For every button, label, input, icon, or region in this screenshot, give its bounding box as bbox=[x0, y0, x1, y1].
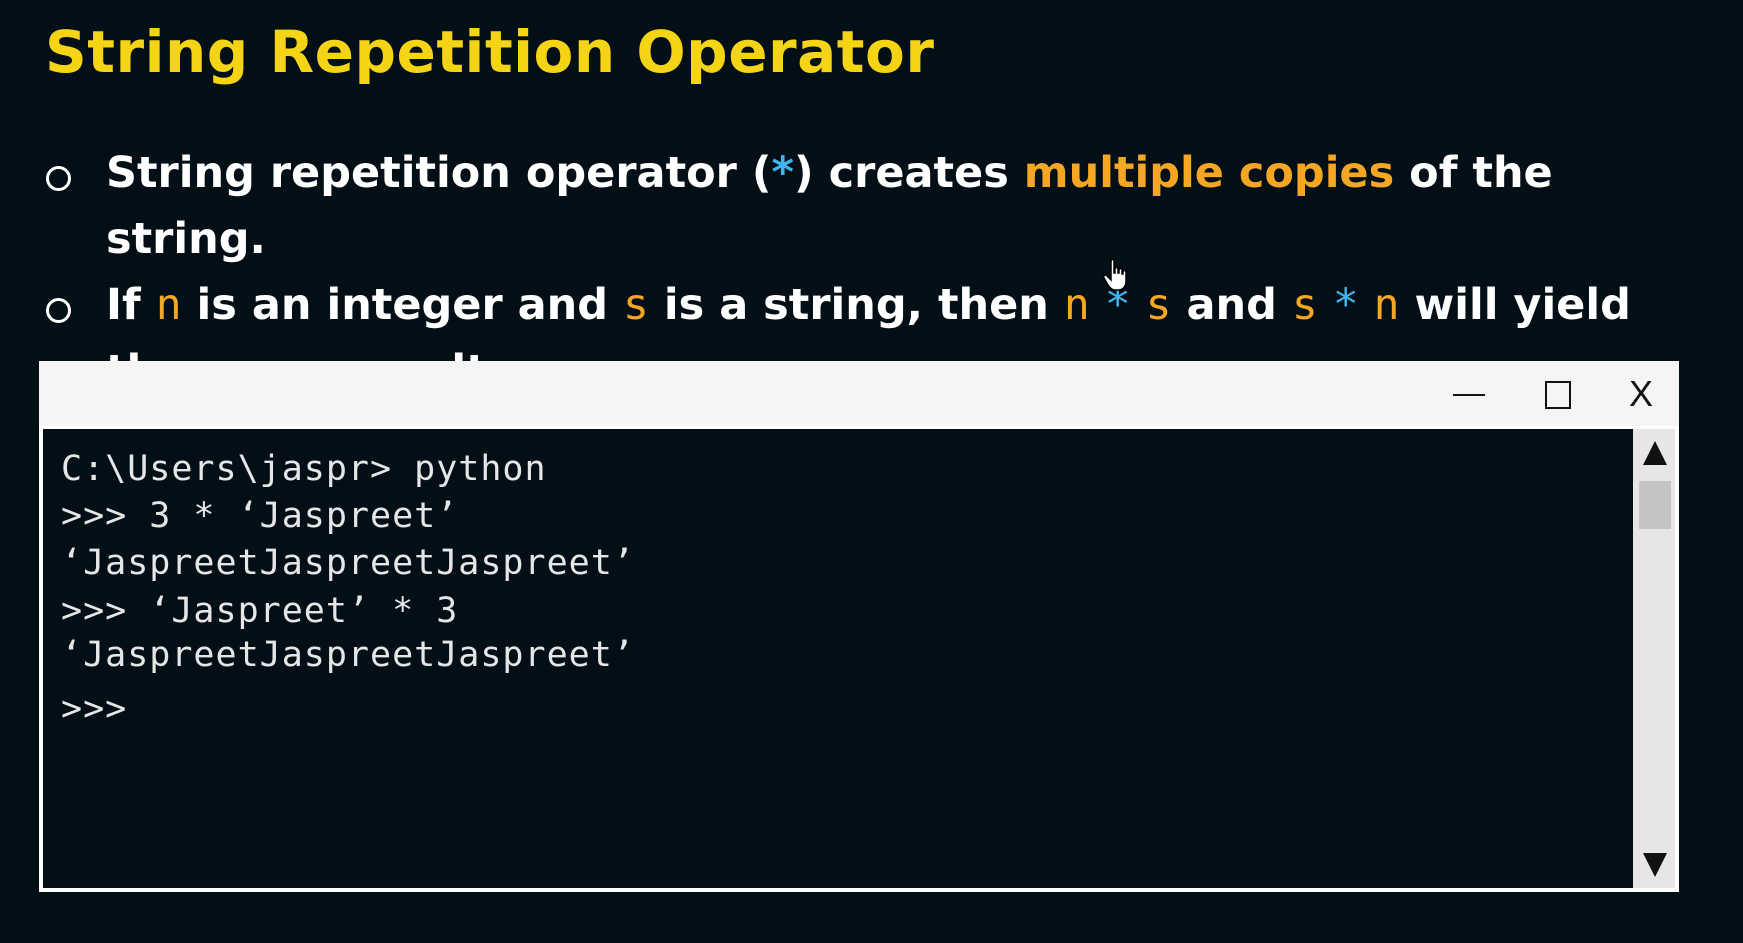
bullet-circle-icon bbox=[46, 166, 71, 191]
maximize-button[interactable] bbox=[1527, 369, 1587, 419]
expr2-operator: * bbox=[1332, 280, 1359, 330]
scroll-down-arrow-icon[interactable] bbox=[1643, 853, 1667, 877]
terminal-line: >>> ‘Jaspreet’ * 3 bbox=[61, 591, 459, 631]
terminal-window: X C:\Users\jaspr> python >>> 3 * ‘Jaspre… bbox=[39, 361, 1679, 892]
vertical-scrollbar[interactable] bbox=[1633, 429, 1675, 888]
bullet1-text-b: ) creates bbox=[794, 148, 1024, 198]
hand-cursor-icon bbox=[1103, 258, 1127, 291]
terminal-line: ‘JaspreetJaspreetJaspreet’ bbox=[61, 543, 635, 583]
close-button[interactable]: X bbox=[1611, 369, 1671, 419]
bullet2-text-d: and bbox=[1171, 280, 1292, 330]
slide-title: String Repetition Operator bbox=[45, 18, 935, 86]
expr1-right: s bbox=[1145, 280, 1172, 330]
bullet2-var-s: s bbox=[623, 280, 649, 330]
bullet2-text-b: is an integer and bbox=[181, 280, 624, 330]
expr2-left: s bbox=[1291, 280, 1318, 330]
window-titlebar: X bbox=[39, 361, 1679, 426]
bullet2-text-c: is a string, then bbox=[648, 280, 1064, 330]
bullet1-text-a: String repetition operator ( bbox=[106, 148, 772, 198]
bullet-circle-icon bbox=[46, 298, 71, 323]
bullet1-highlight: multiple copies bbox=[1023, 148, 1395, 198]
scroll-thumb[interactable] bbox=[1639, 481, 1671, 529]
bullet1-operator: * bbox=[771, 148, 795, 198]
terminal-line: C:\Users\jaspr> python bbox=[61, 449, 547, 489]
terminal-line: >>> 3 * ‘Jaspreet’ bbox=[61, 496, 459, 536]
bullet-item-1: String repetition operator (*) creates m… bbox=[44, 140, 1724, 272]
minimize-button[interactable] bbox=[1439, 369, 1499, 419]
terminal-prompt: >>> bbox=[61, 689, 128, 729]
bullet2-var-n: n bbox=[155, 280, 182, 330]
terminal-content[interactable]: C:\Users\jaspr> python >>> 3 * ‘Jaspreet… bbox=[43, 429, 1633, 888]
bullet2-text-a: If bbox=[106, 280, 156, 330]
expr2-right: n bbox=[1373, 280, 1400, 330]
terminal-line: ‘JaspreetJaspreetJaspreet’ bbox=[61, 635, 635, 675]
scroll-up-arrow-icon[interactable] bbox=[1643, 441, 1667, 465]
expr1-left: n bbox=[1063, 280, 1090, 330]
